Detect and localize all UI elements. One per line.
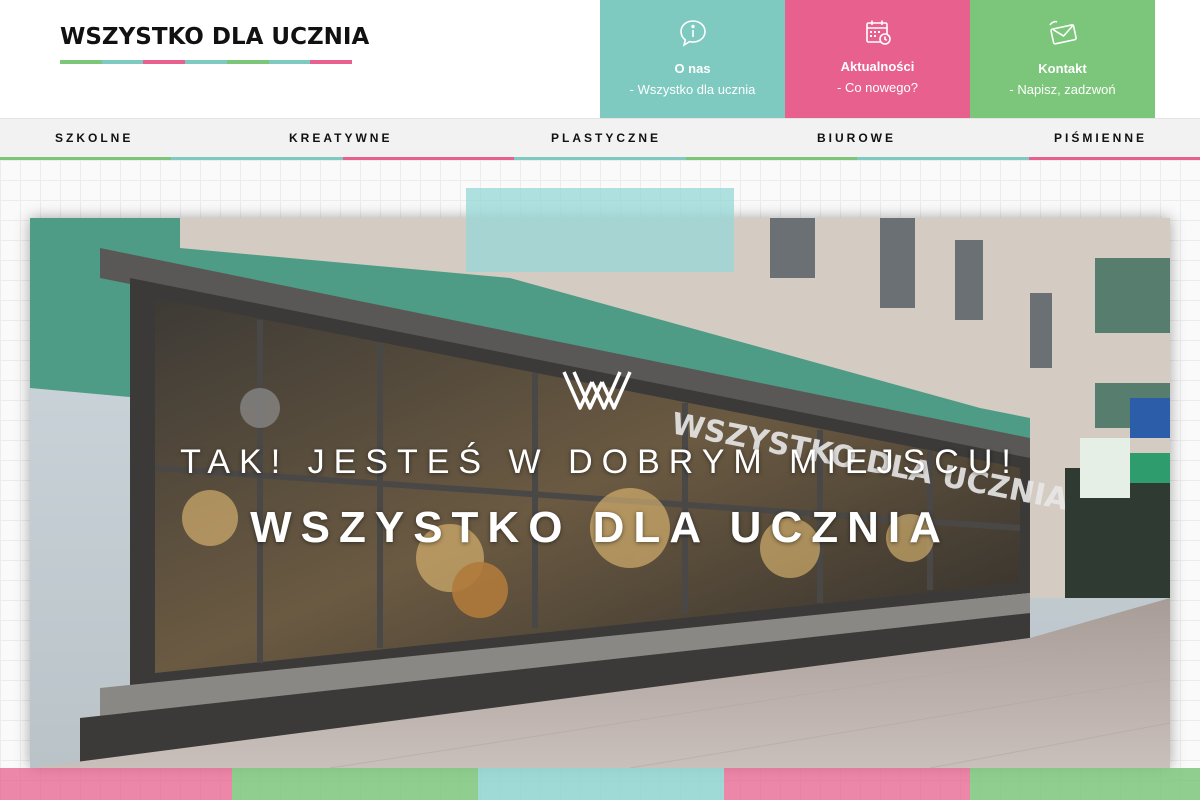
bottom-tile-4[interactable] xyxy=(724,768,970,800)
tile-news[interactable]: Aktualności - Co nowego? xyxy=(785,0,970,118)
washi-tape xyxy=(466,188,734,272)
envelope-icon xyxy=(1047,0,1079,53)
bottom-tile-1[interactable] xyxy=(0,768,232,800)
nav-item-plastyczne[interactable]: PLASTYCZNE xyxy=(551,119,661,157)
hero-tagline: TAK! JESTEŚ W DOBRYM MIEJSCU! xyxy=(180,443,1020,481)
nav-item-szkolne[interactable]: SZKOLNE xyxy=(55,119,133,157)
tile-contact[interactable]: Kontakt - Napisz, zadzwoń xyxy=(970,0,1155,118)
tile-contact-subtitle: - Napisz, zadzwoń xyxy=(1009,82,1116,97)
logo-color-stripe xyxy=(60,60,353,64)
header-tiles: O nas - Wszystko dla ucznia Aktualności … xyxy=(600,0,1155,118)
main-nav: SZKOLNE KREATYWNE PLASTYCZNE BIUROWE PIŚ… xyxy=(0,118,1200,161)
nav-item-pismienne[interactable]: PIŚMIENNE xyxy=(1054,119,1147,157)
site-header: WSZYSTKO DLA UCZNIA O nas - Wszystko dla… xyxy=(0,0,1200,118)
paperclip-w-icon xyxy=(558,366,638,421)
nav-item-biurowe[interactable]: BIUROWE xyxy=(817,119,896,157)
tile-about[interactable]: O nas - Wszystko dla ucznia xyxy=(600,0,785,118)
hero-banner: WSZYSTKO DLA UCZNIA TAK! JESTEŚ W DOBRYM… xyxy=(30,218,1170,768)
calendar-icon xyxy=(864,0,892,51)
tile-about-subtitle: - Wszystko dla ucznia xyxy=(629,82,756,97)
nav-item-kreatywne[interactable]: KREATYWNE xyxy=(289,119,392,157)
speech-info-icon xyxy=(678,0,708,53)
bottom-tile-5[interactable] xyxy=(970,768,1200,800)
bottom-tile-3[interactable] xyxy=(478,768,724,800)
hero-headline: WSZYSTKO DLA UCZNIA xyxy=(250,503,950,552)
tile-news-subtitle: - Co nowego? xyxy=(837,80,918,95)
tile-news-title: Aktualności xyxy=(840,59,915,74)
site-logo[interactable]: WSZYSTKO DLA UCZNIA xyxy=(60,24,369,64)
bottom-category-strip xyxy=(0,768,1200,800)
logo-text: WSZYSTKO DLA UCZNIA xyxy=(60,24,370,50)
storefront-photo: WSZYSTKO DLA UCZNIA xyxy=(30,218,1170,768)
tile-contact-title: Kontakt xyxy=(1038,61,1087,76)
tile-about-title: O nas xyxy=(674,61,711,76)
bottom-tile-2[interactable] xyxy=(232,768,478,800)
